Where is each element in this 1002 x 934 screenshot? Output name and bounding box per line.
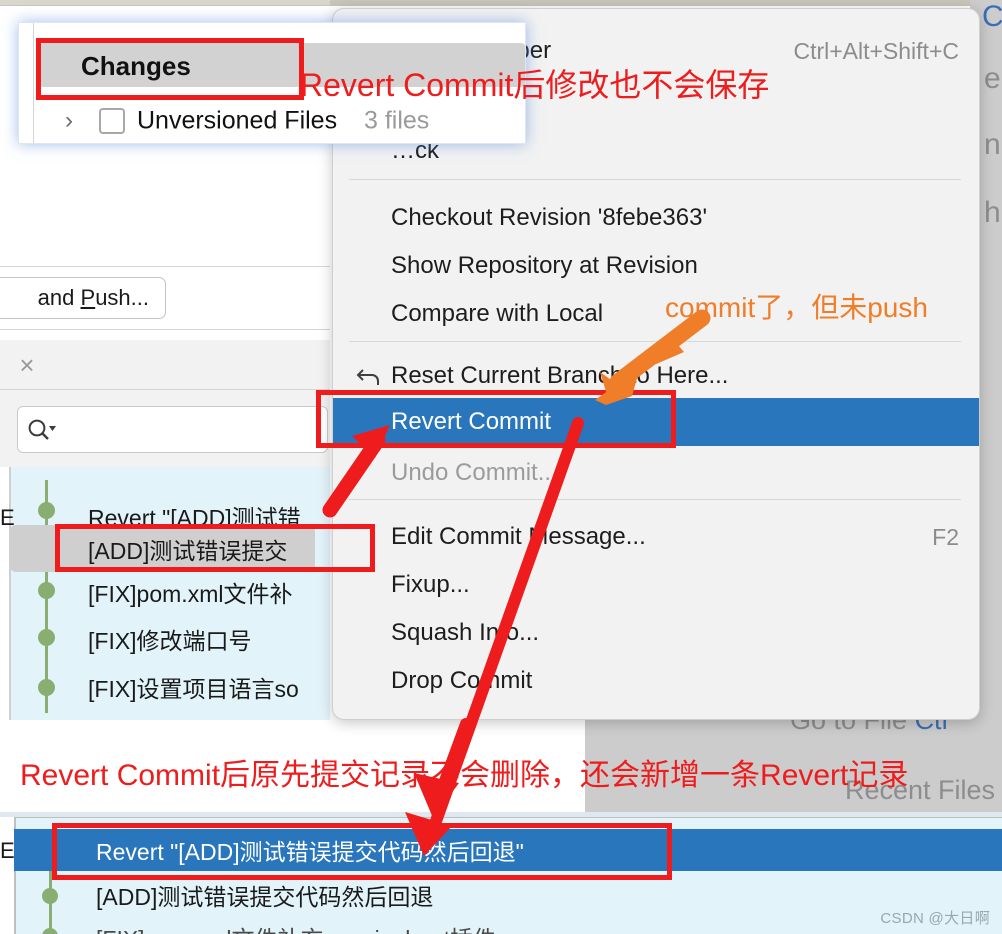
- screenshot-root: C e n h Go to File Ctr Recent Files C an…: [0, 0, 1002, 934]
- annotation-arrows: [322, 309, 711, 856]
